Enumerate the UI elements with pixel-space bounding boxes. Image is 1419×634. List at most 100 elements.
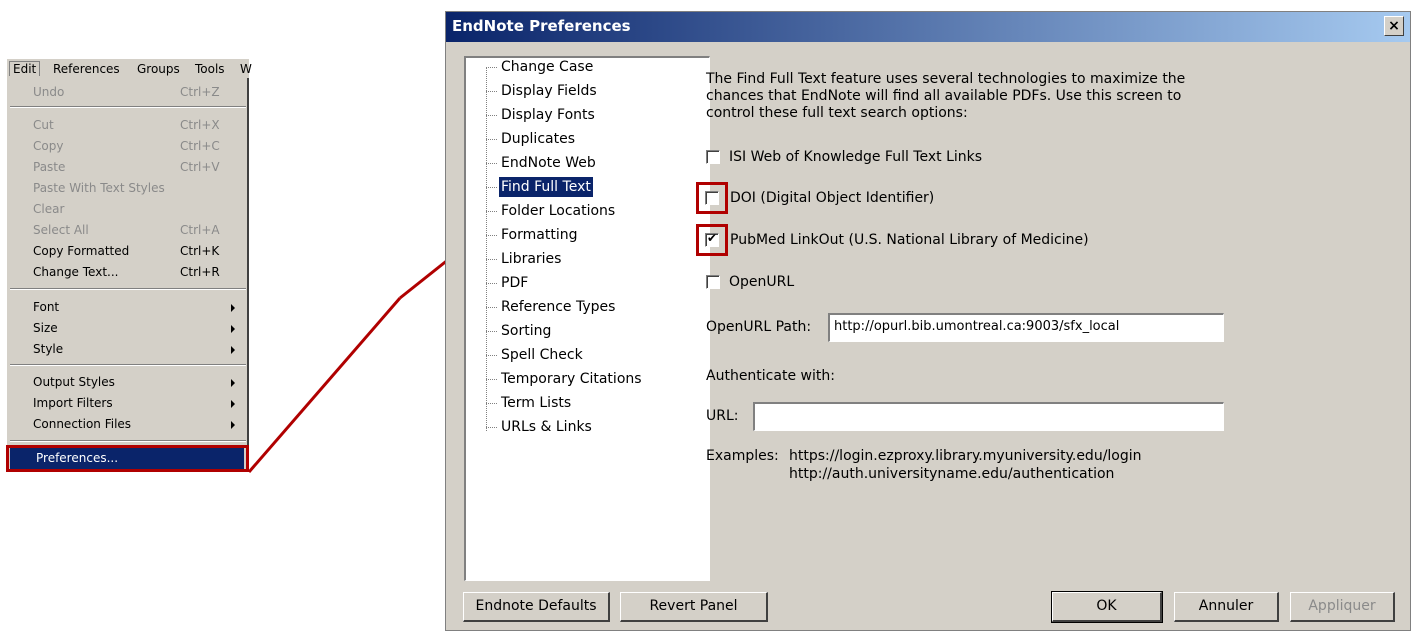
isi-web-of-knowledge-label: ISI Web of Knowledge Full Text Links (729, 149, 983, 165)
menu-bar: Edit References Groups Tools W (6, 58, 252, 78)
menu-item-paste[interactable]: Paste Ctrl+V (7, 157, 247, 178)
tree-item-folder-locations[interactable]: Folder Locations (499, 201, 617, 221)
menu-item-label: Change Text... (33, 265, 119, 279)
tree-item-display-fields[interactable]: Display Fields (499, 81, 599, 101)
menu-item-size[interactable]: Size (7, 318, 247, 339)
tree-item-libraries[interactable]: Libraries (499, 249, 563, 269)
tree-branch (486, 235, 497, 236)
submenu-arrow-icon (231, 325, 235, 333)
menu-item-label: Paste With Text Styles (33, 181, 165, 195)
close-button[interactable]: × (1384, 16, 1404, 36)
preferences-dialog: EndNote Preferences × Change Case Displa… (445, 11, 1411, 631)
menu-item-label: Output Styles (33, 375, 115, 389)
submenu-arrow-icon (231, 304, 235, 312)
menu-item-style[interactable]: Style (7, 339, 247, 360)
tree-item-pdf[interactable]: PDF (499, 273, 530, 293)
menu-item-shortcut: Ctrl+R (180, 265, 220, 279)
cancel-button[interactable]: Annuler (1174, 592, 1279, 622)
submenu-arrow-icon (231, 400, 235, 408)
menu-item-paste-with-text-styles[interactable]: Paste With Text Styles (7, 178, 247, 199)
menu-separator (10, 440, 246, 442)
description-line: The Find Full Text feature uses several … (706, 71, 1186, 87)
menu-item-label: Clear (33, 202, 65, 216)
tree-branch (486, 427, 497, 428)
menu-item-label: Select All (33, 223, 89, 237)
tree-branch (486, 187, 497, 188)
menu-item-clear[interactable]: Clear (7, 199, 247, 220)
tree-item-spell-check[interactable]: Spell Check (499, 345, 585, 365)
description-line: chances that EndNote will find all avail… (706, 88, 1182, 104)
tree-item-sorting[interactable]: Sorting (499, 321, 553, 341)
checkmark-icon: ✔ (707, 231, 718, 245)
menu-window[interactable]: W (240, 62, 252, 76)
doi-checkbox[interactable] (705, 191, 719, 205)
menu-separator (10, 288, 246, 290)
tree-item-reference-types[interactable]: Reference Types (499, 297, 617, 317)
tree-branch (486, 91, 497, 92)
authenticate-with-label: Authenticate with: (706, 368, 835, 384)
menu-item-font[interactable]: Font (7, 297, 247, 318)
revert-panel-button[interactable]: Revert Panel (620, 592, 768, 622)
openurl-label: OpenURL (729, 274, 795, 290)
url-label: URL: (706, 408, 739, 424)
menu-item-label: Import Filters (33, 396, 113, 410)
menu-item-label: Size (33, 321, 58, 335)
menu-tools[interactable]: Tools (195, 62, 225, 76)
menu-item-copy-formatted[interactable]: Copy Formatted Ctrl+K (7, 241, 247, 262)
tree-item-term-lists[interactable]: Term Lists (499, 393, 573, 413)
menu-item-copy[interactable]: Copy Ctrl+C (7, 136, 247, 157)
menu-groups[interactable]: Groups (137, 62, 180, 76)
menu-item-label: Copy Formatted (33, 244, 130, 258)
example-url: https://login.ezproxy.library.myuniversi… (789, 448, 1142, 464)
tree-item-duplicates[interactable]: Duplicates (499, 129, 577, 149)
menu-item-connection-files[interactable]: Connection Files (7, 414, 247, 435)
tree-item-find-full-text[interactable]: Find Full Text (499, 177, 593, 197)
ok-button[interactable]: OK (1051, 591, 1163, 623)
menu-item-shortcut: Ctrl+A (180, 223, 220, 237)
menu-item-undo[interactable]: Undo Ctrl+Z (7, 82, 247, 103)
isi-web-of-knowledge-checkbox[interactable] (706, 150, 720, 164)
tree-item-urls-links[interactable]: URLs & Links (499, 417, 594, 437)
menu-item-cut[interactable]: Cut Ctrl+X (7, 115, 247, 136)
description-line: control these full text search options: (706, 105, 968, 121)
tree-branch (486, 283, 497, 284)
submenu-arrow-icon (231, 379, 235, 387)
tree-item-change-case[interactable]: Change Case (499, 57, 595, 77)
apply-button[interactable]: Appliquer (1290, 592, 1395, 622)
openurl-checkbox[interactable] (706, 275, 720, 289)
menu-edit[interactable]: Edit (9, 61, 41, 76)
tree-branch (486, 307, 497, 308)
tree-item-endnote-web[interactable]: EndNote Web (499, 153, 598, 173)
menu-item-shortcut: Ctrl+V (180, 160, 220, 174)
menu-item-output-styles[interactable]: Output Styles (7, 372, 247, 393)
dialog-titlebar[interactable]: EndNote Preferences × (446, 12, 1410, 42)
menu-item-shortcut: Ctrl+X (180, 118, 220, 132)
preferences-tree: Change Case Display Fields Display Fonts… (464, 56, 710, 581)
close-icon: × (1388, 18, 1400, 34)
tree-item-display-fonts[interactable]: Display Fonts (499, 105, 597, 125)
examples-label: Examples: (706, 448, 779, 464)
tree-branch (486, 355, 497, 356)
menu-item-change-text[interactable]: Change Text... Ctrl+R (7, 262, 247, 283)
menu-references[interactable]: References (53, 62, 120, 76)
menu-item-select-all[interactable]: Select All Ctrl+A (7, 220, 247, 241)
pubmed-linkout-checkbox[interactable]: ✔ (705, 231, 719, 247)
menu-item-label: Copy (33, 139, 64, 153)
openurl-path-input[interactable]: http://opurl.bib.umontreal.ca:9003/sfx_l… (828, 313, 1224, 342)
tree-branch (486, 403, 497, 404)
tree-branch (486, 211, 497, 212)
tree-item-formatting[interactable]: Formatting (499, 225, 579, 245)
edit-menu: Edit References Groups Tools W Undo Ctrl… (6, 58, 252, 472)
menu-item-import-filters[interactable]: Import Filters (7, 393, 247, 414)
openurl-path-label: OpenURL Path: (706, 319, 812, 335)
menu-item-label: Cut (33, 118, 54, 132)
menu-item-label: Style (33, 342, 64, 356)
tree-item-temporary-citations[interactable]: Temporary Citations (499, 369, 644, 389)
tree-connector (486, 67, 487, 431)
authentication-url-input[interactable] (753, 402, 1224, 431)
endnote-defaults-button[interactable]: Endnote Defaults (463, 592, 610, 622)
tree-branch (486, 163, 497, 164)
preferences-highlight-box (6, 445, 249, 472)
menu-item-label: Undo (33, 85, 65, 99)
menu-item-shortcut: Ctrl+K (180, 244, 220, 258)
